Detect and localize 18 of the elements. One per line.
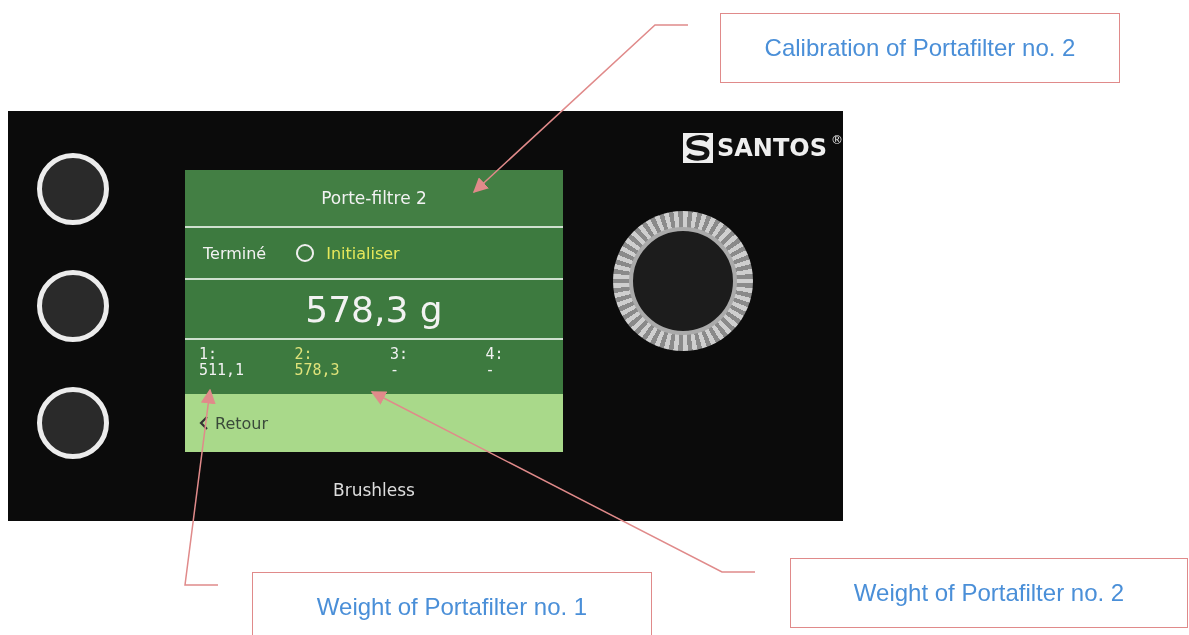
screen-title: Porte-filtre 2 [185,170,563,228]
portafilter-slot: 2: 578,3 [294,346,358,394]
chevron-left-icon [199,416,209,430]
radio-button[interactable] [296,244,315,262]
back-button[interactable]: Retour [197,411,270,435]
portafilter-slot: 1: 511,1 [199,346,263,394]
callout-label: Weight of Portafilter no. 2 [790,558,1188,628]
portafilter-slot: 4: - [485,346,549,394]
callout-label: Calibration of Portafilter no. 2 [720,13,1120,83]
status-text: Terminé [203,243,267,263]
weight-reading: 578,3 g [185,280,563,340]
brand-name: SANTOS [717,134,827,162]
callout-label: Weight of Portafilter no. 1 [252,572,652,635]
registered-mark: ® [831,133,843,147]
option-label[interactable]: Initialiser [326,243,400,263]
model-label: Brushless [333,480,415,500]
portafilter-slot: 3: - [390,346,454,394]
logo-icon [683,133,713,163]
